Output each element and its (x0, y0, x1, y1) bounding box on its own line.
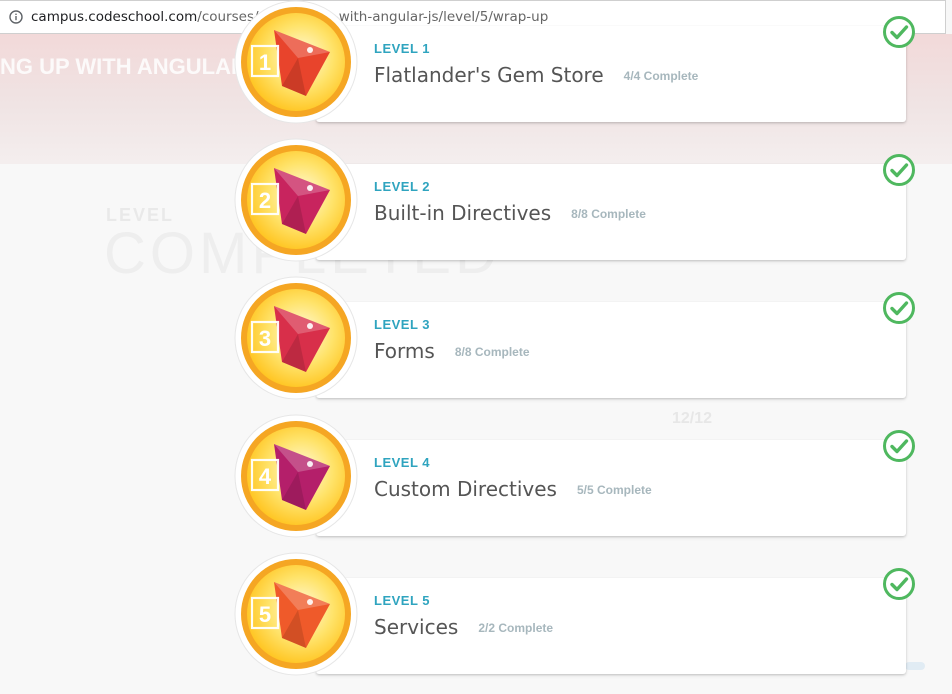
level-number: 3 (259, 326, 271, 351)
check-circle-icon (883, 16, 915, 48)
level-title[interactable]: Flatlander's Gem Store 4/4 Complete (374, 63, 698, 87)
level-row[interactable]: LEVEL 1 Flatlander's Gem Store 4/4 Complet… (0, 0, 952, 124)
level-status: 8/8 Complete (571, 207, 646, 221)
level-label: LEVEL 1 (374, 41, 431, 56)
level-status: 4/4 Complete (623, 69, 699, 83)
level-gem-badge-icon: 3 (234, 276, 358, 400)
level-label: LEVEL 2 (374, 179, 431, 194)
level-status: 5/5 Complete (576, 483, 652, 497)
level-title-text: Flatlander's Gem Store (374, 63, 604, 87)
check-circle-icon (883, 430, 915, 462)
level-number: 1 (259, 50, 271, 75)
level-number: 4 (259, 464, 272, 489)
level-gem-badge-icon: 1 (234, 0, 358, 124)
level-status: 2/2 Complete (478, 621, 554, 635)
level-label: LEVEL 5 (374, 593, 431, 608)
level-card[interactable]: LEVEL 1 Flatlander's Gem Store 4/4 Complet… (316, 26, 906, 122)
check-circle-icon (883, 154, 915, 186)
level-row[interactable]: LEVEL 5 Services 2/2 Complete 5 (0, 538, 952, 676)
check-circle-icon (883, 292, 915, 324)
level-title-text: Custom Directives (374, 477, 557, 501)
level-card[interactable]: LEVEL 3 Forms 8/8 Complete (316, 302, 906, 398)
level-label: LEVEL 3 (374, 317, 431, 332)
level-title[interactable]: Built-in Directives 8/8 Complete (374, 201, 646, 225)
level-row[interactable]: LEVEL 2 Built-in Directives 8/8 Complete 2 (0, 124, 952, 262)
level-number: 5 (259, 602, 271, 627)
level-status: 8/8 Complete (454, 345, 530, 359)
level-label: LEVEL 4 (374, 455, 431, 470)
level-number: 2 (259, 188, 271, 213)
level-title[interactable]: Custom Directives 5/5 Complete (374, 477, 652, 501)
level-title-text: Forms (374, 339, 435, 363)
level-title-text: Services (374, 615, 459, 639)
level-card[interactable]: LEVEL 5 Services 2/2 Complete (316, 578, 906, 674)
level-title[interactable]: Services 2/2 Complete (374, 615, 553, 639)
check-circle-icon (883, 568, 915, 600)
level-gem-badge-icon: 5 (234, 552, 358, 676)
level-gem-badge-icon: 4 (234, 414, 358, 538)
level-gem-badge-icon: 2 (234, 138, 358, 262)
level-card[interactable]: LEVEL 4 Custom Directives 5/5 Complete (316, 440, 906, 536)
level-title-text: Built-in Directives (374, 201, 552, 225)
level-row[interactable]: LEVEL 4 Custom Directives 5/5 Complete 4 (0, 400, 952, 538)
level-row[interactable]: LEVEL 3 Forms 8/8 Complete 3 (0, 262, 952, 400)
level-title[interactable]: Forms 8/8 Complete (374, 339, 530, 363)
level-card[interactable]: LEVEL 2 Built-in Directives 8/8 Complete (316, 164, 906, 260)
